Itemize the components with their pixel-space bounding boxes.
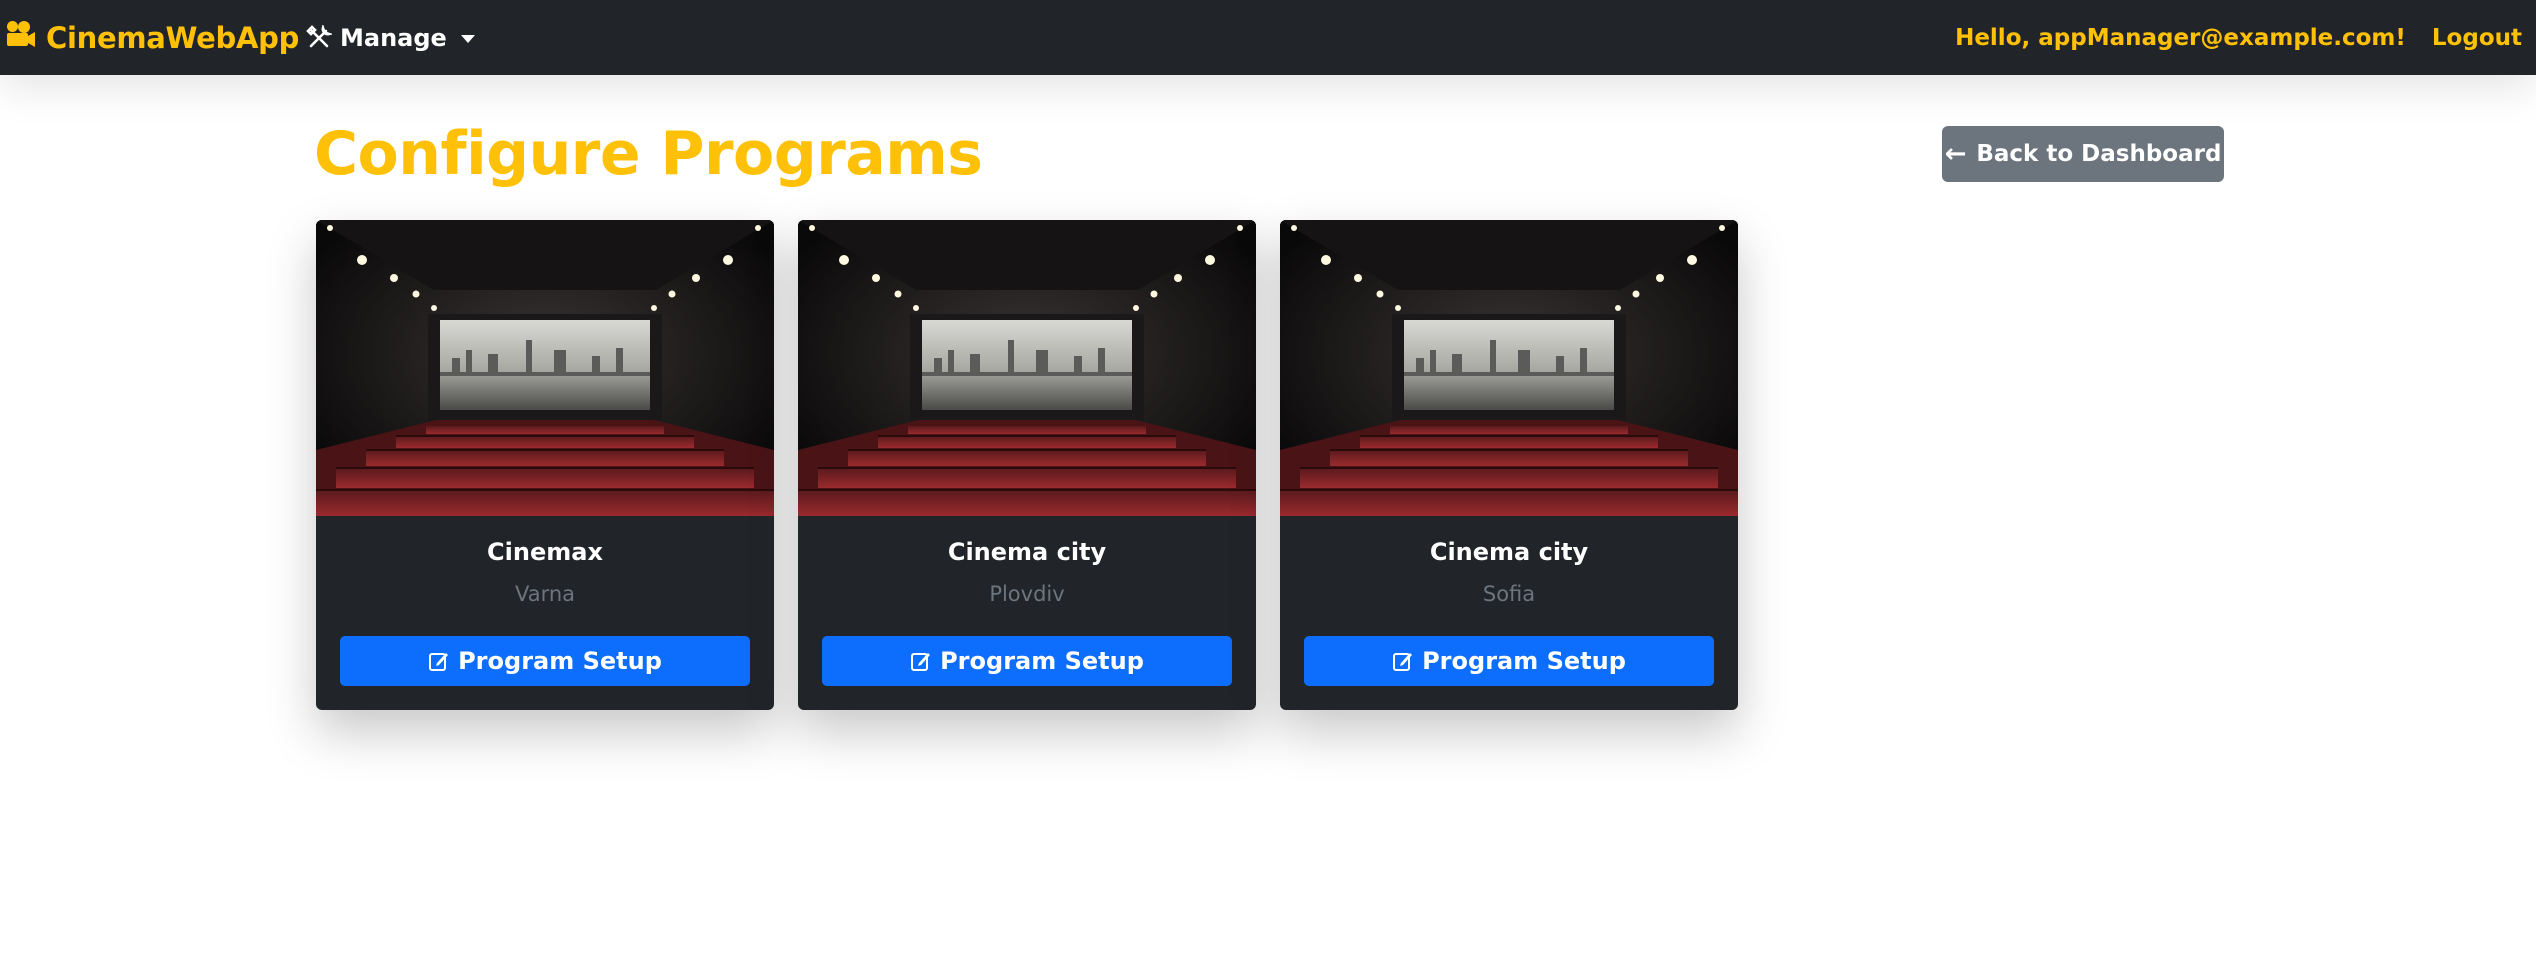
cinema-hall-image	[316, 220, 774, 516]
cinema-name: Cinema city	[947, 538, 1107, 566]
user-greeting[interactable]: Hello, appManager@example.com!	[1955, 25, 2406, 51]
cinema-card: Cinemax Varna Program Setup	[316, 220, 774, 710]
arrow-left-icon: ←	[1944, 139, 1967, 169]
edit-icon	[428, 650, 450, 672]
brand-name: CinemaWebApp	[46, 20, 300, 55]
program-setup-label: Program Setup	[458, 647, 662, 675]
cinema-card: Cinema city Plovdiv Program Setup	[798, 220, 1256, 710]
cinema-city: Varna	[514, 582, 576, 606]
cinema-city: Plovdiv	[989, 582, 1065, 606]
program-setup-label: Program Setup	[1422, 647, 1626, 675]
edit-icon	[910, 650, 932, 672]
cinema-city: Sofia	[1482, 582, 1536, 606]
back-button-label: Back to Dashboard	[1976, 141, 2222, 167]
top-navbar: CinemaWebApp Manage Hello, appManager@ex…	[0, 0, 2536, 75]
cinema-hall-image	[1280, 220, 1738, 516]
tools-icon	[306, 24, 332, 51]
brand-link[interactable]: CinemaWebApp	[6, 0, 299, 75]
manage-label: Manage	[340, 23, 447, 52]
edit-icon	[1392, 650, 1414, 672]
back-to-dashboard-button[interactable]: ← Back to Dashboard	[1942, 126, 2224, 182]
cinema-name: Cinema city	[1429, 538, 1589, 566]
program-setup-button[interactable]: Program Setup	[340, 636, 750, 686]
program-setup-button[interactable]: Program Setup	[822, 636, 1232, 686]
program-setup-label: Program Setup	[940, 647, 1144, 675]
video-camera-icon	[6, 20, 46, 55]
logout-link[interactable]: Logout	[2432, 25, 2522, 51]
cinema-card: Cinema city Sofia Program Setup	[1280, 220, 1738, 710]
caret-down-icon	[460, 34, 475, 43]
program-setup-button[interactable]: Program Setup	[1304, 636, 1714, 686]
cinema-hall-image	[798, 220, 1256, 516]
nav-user-area: Hello, appManager@example.com! Logout	[1955, 0, 2522, 75]
page-title: Configure Programs	[314, 119, 983, 189]
cinema-name: Cinemax	[487, 538, 603, 566]
manage-dropdown[interactable]: Manage	[306, 0, 475, 75]
